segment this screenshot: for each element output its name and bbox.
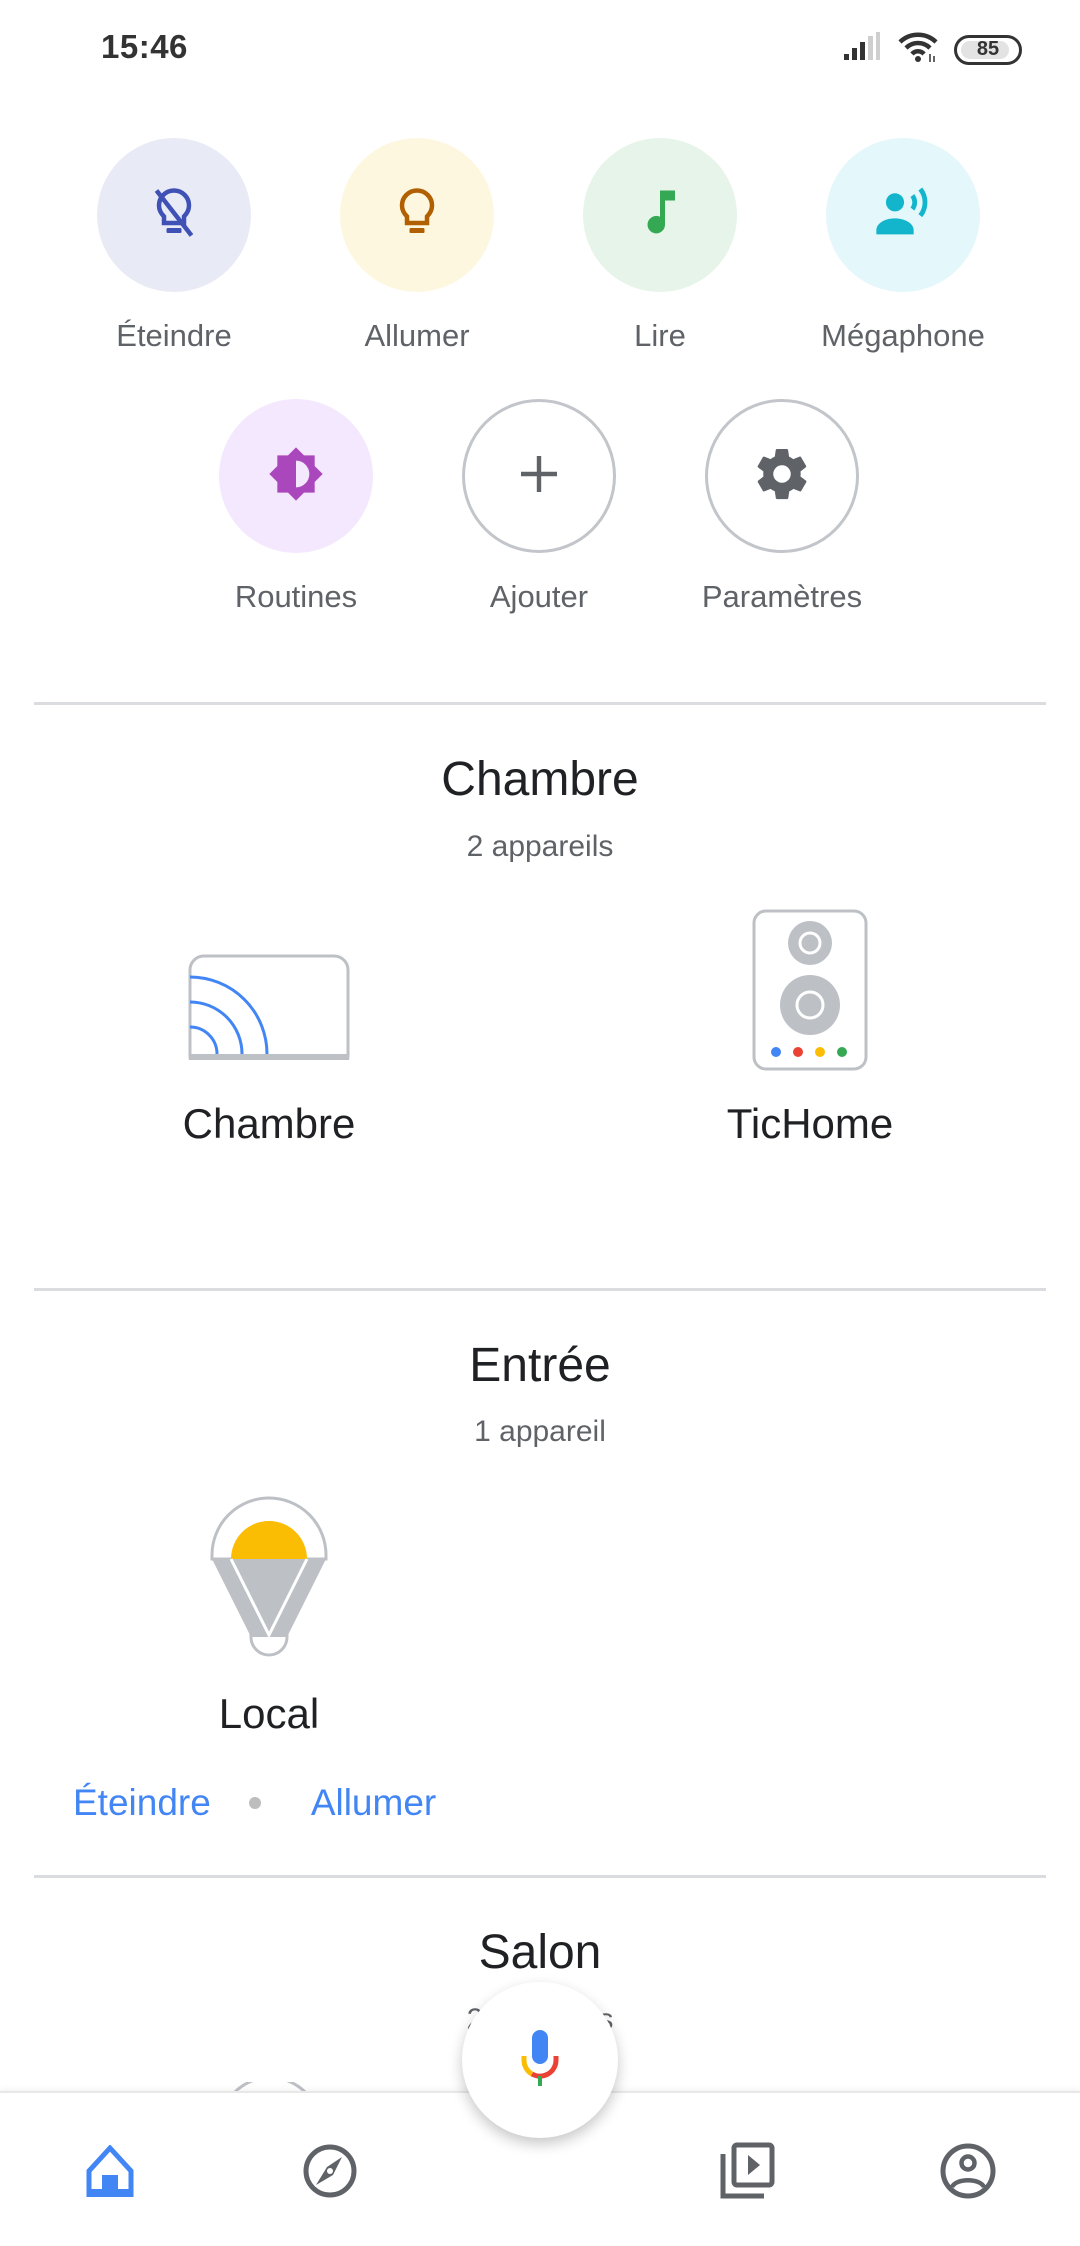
lightbulb-icon [387,183,447,248]
compass-icon [302,2143,358,2204]
room-device-count: 2 appareils [466,830,614,863]
action-add[interactable]: Ajouter [439,399,639,615]
device-label: TicHome [726,1100,894,1147]
home-icon [85,2143,135,2202]
nav-discover[interactable] [290,2133,370,2213]
separator-dot [248,1797,261,1809]
divider [34,1288,1046,1291]
device-tichome[interactable]: TicHome [660,900,960,1148]
broadcast-icon [871,181,935,250]
nav-home[interactable] [70,2133,150,2213]
action-circle [97,138,251,292]
action-circle [340,138,494,292]
account-icon [939,2142,997,2205]
battery-icon: 85 [954,34,1022,65]
plus-icon [515,450,563,503]
action-label: Lire [634,318,686,353]
action-turn-on[interactable]: Allumer [317,138,517,354]
gear-icon [752,444,812,509]
music-note-icon [630,183,690,248]
action-label: Ajouter [489,579,589,614]
action-label: Éteindre [116,318,232,353]
speaker-icon [752,900,868,1080]
device-label: Chambre [182,1100,356,1147]
action-label: Routines [234,579,358,614]
action-broadcast[interactable]: Mégaphone [803,138,1003,354]
light-off-icon [144,183,204,248]
microphone-button[interactable] [462,1982,618,2138]
action-label: Mégaphone [821,318,985,353]
signal-icon [842,32,882,67]
action-label: Paramètres [701,579,863,614]
nav-account[interactable] [928,2133,1008,2213]
divider [34,1875,1046,1878]
divider [34,702,1046,705]
room-title[interactable]: Salon [0,1925,1080,1980]
light-bulb-device-icon [209,1490,329,1670]
action-circle [462,399,616,553]
device-chambre[interactable]: Chambre [119,900,419,1148]
status-time: 15:46 [101,28,188,65]
room-device-count: 1 appareil [474,1415,606,1448]
chromecast-tv-icon [187,900,351,1080]
microphone-icon [516,2026,564,2095]
room-title[interactable]: Chambre [0,752,1080,807]
room-turn-off-link[interactable]: Éteindre [73,1782,211,1824]
device-label: Local [218,1690,320,1737]
action-label: Allumer [364,318,470,353]
media-library-icon [718,2142,776,2205]
action-routines[interactable]: Routines [196,399,396,615]
routines-icon [264,442,328,511]
battery-level: 85 [976,38,1000,60]
room-actions: Éteindre Allumer [73,1782,436,1824]
nav-media[interactable] [707,2133,787,2213]
device-local[interactable]: Local [119,1490,419,1738]
action-circle [826,138,980,292]
action-circle [583,138,737,292]
action-play[interactable]: Lire [560,138,760,354]
status-bar: 15:46 85 [0,0,1080,100]
action-settings[interactable]: Paramètres [682,399,882,615]
room-turn-on-link[interactable]: Allumer [311,1782,436,1824]
action-circle [219,399,373,553]
room-title[interactable]: Entrée [0,1338,1080,1393]
status-icons: 85 [842,30,1022,69]
action-circle [705,399,859,553]
action-turn-off[interactable]: Éteindre [74,138,274,354]
wifi-icon [896,30,940,69]
